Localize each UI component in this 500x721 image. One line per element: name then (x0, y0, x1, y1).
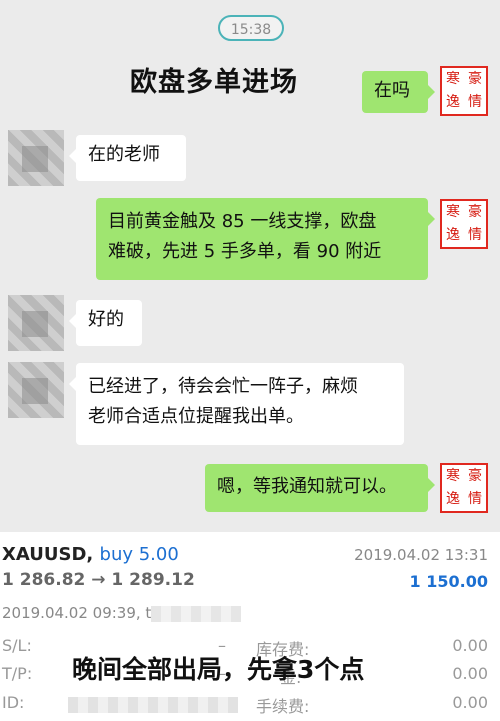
message-text-line: 老师合适点位提醒我出单。 (88, 406, 304, 427)
tp-label: T/P: (2, 664, 33, 683)
message-bubble-incoming[interactable]: 在的老师 (69, 135, 186, 181)
message-text-line: 目前黄金触及 85 一线支撑，欧盘 (108, 211, 377, 232)
contact-avatar[interactable] (8, 362, 64, 418)
contact-avatar[interactable] (8, 295, 64, 351)
trade-side: buy 5.00 (99, 544, 179, 565)
timestamp: 15:38 (218, 15, 284, 41)
avatar-char: 情 (468, 491, 482, 507)
contact-avatar[interactable] (8, 130, 64, 186)
trade-record[interactable]: XAUUSD, buy 5.00 2019.04.02 13:31 1 286.… (0, 532, 500, 721)
message-bubble-outgoing[interactable]: 嗯，等我通知就可以。 (205, 464, 435, 512)
id-label: ID: (2, 693, 25, 712)
avatar-char: 寒 (446, 204, 460, 220)
blurred-id (68, 697, 238, 713)
open-time: 2019.04.02 09:39, t (2, 604, 152, 622)
message-bubble-incoming[interactable]: 好的 (69, 300, 142, 346)
avatar-char: 寒 (446, 468, 460, 484)
message-text: 在的老师 (88, 144, 160, 165)
message-bubble-incoming[interactable]: 已经进了，待会会忙一阵子，麻烦 老师合适点位提醒我出单。 (69, 363, 404, 445)
my-avatar[interactable]: 寒 豪 逸 情 (440, 463, 488, 513)
avatar-char: 逸 (446, 491, 460, 507)
message-bubble-outgoing[interactable]: 在吗 (362, 71, 435, 113)
commission-value: 0.00 (452, 693, 488, 712)
my-avatar[interactable]: 寒 豪 逸 情 (440, 66, 488, 116)
message-text-line: 已经进了，待会会忙一阵子，麻烦 (88, 376, 358, 397)
tax-value: 0.00 (452, 664, 488, 683)
overlay-caption: 晚间全部出局，先拿3个点 (72, 655, 365, 684)
open-time-line: 2019.04.02 09:39, t (2, 604, 242, 622)
avatar-char: 情 (468, 227, 482, 243)
message-text-line: 难破，先进 5 手多单，看 90 附近 (108, 241, 382, 262)
swap-value: 0.00 (452, 636, 488, 655)
blurred-comment (151, 605, 242, 622)
sl-label: S/L: (2, 636, 32, 655)
message-text: 嗯，等我通知就可以。 (217, 476, 397, 497)
avatar-char: 逸 (446, 227, 460, 243)
avatar-char: 寒 (446, 71, 460, 87)
trade-symbol: XAUUSD, (2, 544, 94, 565)
commission-label: 手续费: (256, 697, 310, 716)
avatar-char: 逸 (446, 94, 460, 110)
my-avatar[interactable]: 寒 豪 逸 情 (440, 199, 488, 249)
chat-area: 15:38 欧盘多单进场 在吗 寒 豪 逸 情 在的老师 目前黄金触及 85 一… (0, 0, 500, 532)
message-bubble-outgoing[interactable]: 目前黄金触及 85 一线支撑，欧盘 难破，先进 5 手多单，看 90 附近 (96, 198, 435, 280)
message-text: 好的 (88, 309, 124, 330)
trade-symbol-line: XAUUSD, buy 5.00 (2, 544, 179, 565)
avatar-char: 豪 (468, 204, 482, 220)
trade-profit: 1 150.00 (409, 572, 488, 591)
avatar-char: 豪 (468, 468, 482, 484)
avatar-char: 情 (468, 94, 482, 110)
overlay-title: 欧盘多单进场 (130, 67, 298, 98)
avatar-char: 豪 (468, 71, 482, 87)
trade-prices: 1 286.82 → 1 289.12 (2, 570, 195, 590)
close-time: 2019.04.02 13:31 (354, 546, 488, 564)
message-text: 在吗 (374, 80, 410, 101)
